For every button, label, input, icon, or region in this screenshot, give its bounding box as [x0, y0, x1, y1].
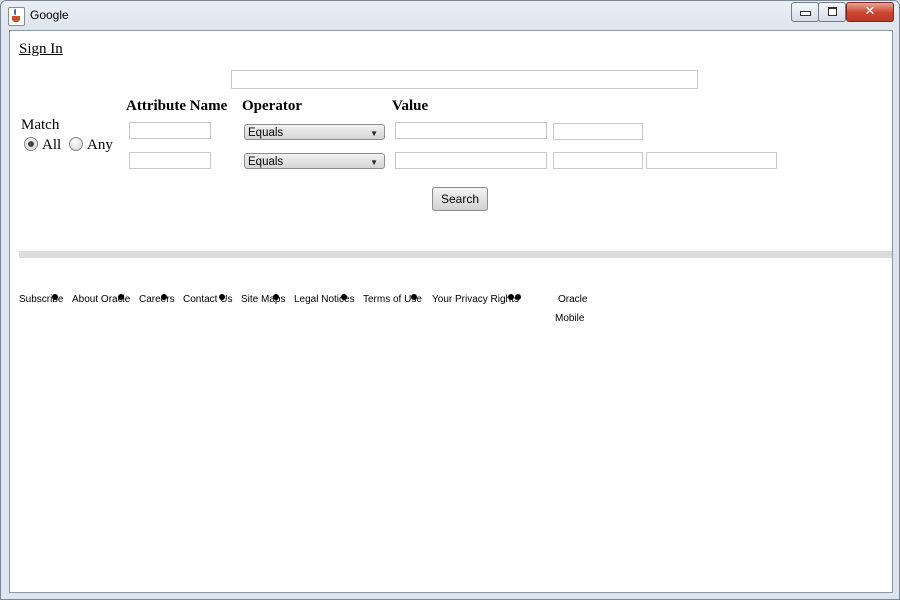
footer-link-contact-us[interactable]: Contact Us [183, 294, 232, 305]
bullet-icon [341, 294, 347, 300]
match-any-label: Any [87, 137, 113, 153]
close-button[interactable]: ✕ [846, 2, 894, 22]
close-icon: ✕ [864, 4, 876, 19]
bullet-icon [118, 294, 124, 300]
operator-select-value: Equals [248, 156, 284, 168]
operator-select-value: Equals [248, 127, 284, 139]
bullet-icon [161, 294, 167, 300]
bullet-icon [411, 294, 417, 300]
value-input[interactable] [395, 152, 547, 169]
bullet-icon [515, 294, 521, 300]
search-button[interactable]: Search [432, 187, 488, 211]
search-input[interactable] [231, 70, 698, 89]
footer-link-mobile[interactable]: Mobile [555, 313, 584, 324]
footer-link-privacy-rights[interactable]: Your Privacy Rights [432, 294, 519, 305]
sign-in-link[interactable]: Sign In [19, 41, 63, 58]
minimize-icon [799, 11, 811, 16]
match-all-radio[interactable] [24, 137, 38, 151]
window-title: Google [30, 8, 69, 22]
maximize-icon [827, 7, 837, 16]
operator-select[interactable]: Equals ▼ [244, 124, 385, 140]
operator-select[interactable]: Equals ▼ [244, 153, 385, 169]
value-input[interactable] [646, 152, 777, 169]
maximize-button[interactable] [818, 2, 846, 22]
match-all-label: All [42, 137, 62, 153]
footer-link-careers[interactable]: Careers [139, 294, 175, 305]
attribute-name-header: Attribute Name [126, 98, 228, 114]
value-input[interactable] [395, 122, 547, 139]
bullet-icon [508, 294, 514, 300]
minimize-button[interactable] [791, 2, 819, 22]
value-header: Value [392, 98, 429, 114]
dropdown-arrow-icon: ▼ [370, 158, 378, 167]
title-bar[interactable]: Google ✕ [1, 1, 899, 30]
content-pane: Sign In Attribute Name Operator Value Ma… [9, 30, 893, 593]
bullet-icon [273, 294, 279, 300]
bullet-icon [52, 294, 58, 300]
footer-link-oracle[interactable]: Oracle [558, 294, 587, 305]
attribute-name-input[interactable] [129, 122, 211, 139]
divider [19, 251, 892, 258]
java-icon [8, 7, 25, 26]
dropdown-arrow-icon: ▼ [370, 129, 378, 138]
attribute-name-input[interactable] [129, 152, 211, 169]
bullet-icon [219, 294, 225, 300]
match-label: Match [21, 117, 60, 133]
application-window: Google ✕ Sign In Attribute Name Operator… [0, 0, 900, 600]
value-input[interactable] [553, 152, 643, 169]
match-any-radio[interactable] [69, 137, 83, 151]
operator-header: Operator [242, 98, 302, 114]
value-input[interactable] [553, 123, 643, 140]
